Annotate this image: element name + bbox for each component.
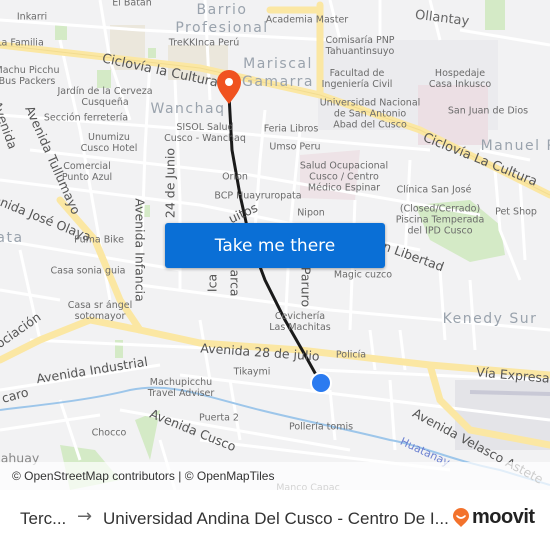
poi-san-juan-de-dios: San Juan de Dios [447, 105, 529, 117]
poi-la-familia: La Familia [0, 37, 44, 49]
poi-bcp-huayruropata: BCP Huayruropata [214, 190, 302, 202]
poi-piscina-temperada-ipd: (Closed/Cerrado) Piscina Temperada del I… [395, 203, 485, 237]
poi-jardin-de-la-cerveza: Jardín de la Cerveza Cusqueña [57, 86, 153, 108]
poi-unumizu-cusco-hotel: Unumizu Cusco Hotel [80, 132, 138, 154]
poi-magic-cuzco: Magic cuzco [333, 269, 393, 281]
origin-stop-name: Terc... [20, 509, 67, 528]
arrow-right-icon: → [77, 506, 93, 527]
road-paruro: Paruro [298, 266, 314, 308]
poi-sisol-salud: SISOL Salud Cusco - Wanchaq [164, 122, 246, 144]
map-attribution: © OpenStreetMap contributors | © OpenMap… [0, 462, 550, 490]
poi-comisaria-pnp: Comisaría PNP Tahuantinsuyo [325, 35, 395, 57]
district-kenedy-sur: Kenedy Sur [442, 311, 538, 327]
moovit-wordmark: moovit [472, 506, 535, 528]
destination-pin-icon[interactable] [217, 70, 241, 104]
poi-salud-ocupacional-cusco: Salud Ocupacional Cusco / Centro Médico … [299, 160, 389, 194]
poi-seccion-ferreteria: Sección ferretería [43, 112, 129, 124]
attribution-text[interactable]: © OpenStreetMap contributors | © OpenMap… [12, 469, 274, 483]
poi-casa-sonia-guia: Casa sonia guia [50, 265, 126, 277]
road-ica: Ica [204, 273, 220, 293]
road-avenida-infancia: Avenida Infancia [132, 198, 148, 302]
moovit-pin-icon [453, 507, 469, 527]
poi-inkarri: Inkarri [16, 11, 48, 23]
origin-marker[interactable] [310, 372, 332, 394]
poi-policia: Policía [335, 349, 367, 361]
poi-feria-libros: Feria Libros [263, 123, 319, 135]
poi-chocco: Chocco [91, 427, 127, 439]
poi-nipon: Nipon [297, 207, 325, 219]
poi-clinica-san-jose: Clínica San José [396, 184, 472, 196]
poi-trekkinca-peru: TreKKInca Perú [168, 37, 240, 49]
poi-polleria-tomis: Pollería tomis [288, 421, 354, 433]
poi-tikaymi: Tikaymi [233, 366, 271, 378]
poi-comercial-punto-azul: Comercial Punto Azul [61, 161, 113, 183]
district-partial-ata: ata [0, 230, 24, 246]
poi-cevicheria-las-machitas: Cevichería Las Machitas [269, 311, 331, 333]
take-me-there-button[interactable]: Take me there [165, 223, 385, 268]
district-barrio-profesional: Barrio Profesional [175, 2, 269, 36]
destination-name: Universidad Andina Del Cusco - Centro De… [103, 509, 449, 528]
poi-puma-bike: Puma Bike [74, 234, 124, 246]
map-canvas[interactable]: Barrio Profesional Mariscal Gamarra Wanc… [0, 0, 550, 490]
poi-puerta-2: Puerta 2 [199, 412, 239, 424]
poi-hospedaje-casa-inkusco: Hospedaje Casa Inkusco [428, 68, 492, 90]
route-footer: Terc... → Universidad Andina Del Cusco -… [0, 490, 550, 550]
moovit-logo[interactable]: moovit [452, 506, 535, 529]
road-24-de-junio: 24 de Junio [162, 147, 178, 219]
poi-el-batan: El Batán [112, 0, 152, 9]
district-mariscal-gamarra: Mariscal Gamarra [242, 56, 314, 90]
poi-machupicchu-travel-adviser: Machupicchu Travel Adviser [147, 377, 215, 399]
poi-universidad-nacional-san-antonio-abad: Universidad Nacional de San Antonio Abad… [319, 97, 421, 131]
district-manuel-prado: Manuel Pr [480, 138, 550, 154]
district-wanchaq: Wanchaq [150, 101, 226, 117]
poi-casa-sr-angel-sotomayor: Casa sr ángel sotomayor [67, 300, 133, 322]
poi-facultad-ingenieria-civil: Facultad de Ingeniería Civil [321, 68, 393, 90]
poi-academia-master: Academia Master [265, 14, 349, 26]
poi-orion: Orion [222, 171, 248, 183]
poi-machu-picchu-bus-packers: Machu Picchu Bus Packers [0, 65, 60, 87]
road-arca: arca [227, 269, 243, 297]
poi-pet-shop: Pet Shop [495, 206, 537, 218]
poi-umso-peru: Umso Peru [269, 141, 321, 153]
